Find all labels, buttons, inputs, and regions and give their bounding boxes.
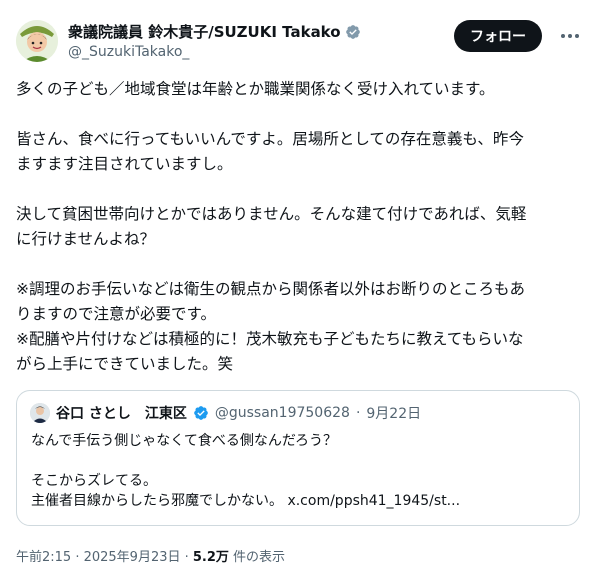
author-display-name[interactable]: 衆議院議員 鈴木貴子/SUZUKI Takako	[68, 22, 341, 42]
quoted-line: なんで手伝う側じゃなくて食べる側なんだろう？	[31, 433, 338, 449]
tweet-timestamp[interactable]: 午前2:15 · 2025年9月23日 ·	[16, 550, 193, 565]
tweet-header: 衆議院議員 鈴木貴子/SUZUKI Takako @_SuzukiTakako_…	[16, 20, 582, 64]
quoted-tweet-text: なんで手伝う側じゃなくて食べる側なんだろう？ そこからズレてる。 主催者目線から…	[31, 431, 571, 511]
author-name-block[interactable]: 衆議院議員 鈴木貴子/SUZUKI Takako @_SuzukiTakako_	[68, 22, 361, 61]
tweet-line: ※配膳や片付けなどは積極的に！茂木敏充も子どもたちに教えてもらいな	[16, 330, 524, 348]
tweet-metadata: 午前2:15 · 2025年9月23日 · 5.2万 件の表示	[16, 546, 285, 565]
quoted-author-avatar[interactable]	[30, 403, 50, 423]
quoted-line-blank	[31, 451, 571, 471]
tweet-line: りますので注意が必要です。	[16, 305, 216, 323]
tweet-line: ますます注目されていますし。	[16, 155, 233, 173]
view-count: 5.2万	[192, 550, 229, 565]
view-count-label: 件の表示	[228, 550, 286, 565]
tweet-text: 多くの子ども／地域食堂は年齢とか職業関係なく受け入れています。 皆さん、食べに行…	[16, 77, 576, 377]
quoted-author-name[interactable]: 谷口 さとし 江東区	[56, 403, 187, 423]
quoted-tweet-header: 谷口 さとし 江東区 @gussan19750628 · 9月22日	[30, 403, 421, 423]
author-avatar[interactable]	[16, 20, 58, 62]
quoted-line: そこからズレてる。	[31, 473, 157, 489]
quoted-dot-separator: ·	[355, 405, 361, 421]
tweet-line: ※調理のお手伝いなどは衛生の観点から関係者以外はお断りのところもあ	[16, 280, 525, 298]
author-handle[interactable]: @_SuzukiTakako_	[68, 43, 361, 61]
verified-badge-icon	[193, 405, 209, 421]
quoted-author-handle[interactable]: @gussan19750628	[215, 405, 350, 421]
quoted-tweet-date[interactable]: 9月22日	[366, 403, 421, 423]
quoted-tweet-card[interactable]: 谷口 さとし 江東区 @gussan19750628 · 9月22日 なんで手伝…	[16, 390, 580, 526]
tweet-line: がら上手にできていました。笑	[16, 355, 234, 373]
tweet-line: 皆さん、食べに行ってもいいんですよ。居場所としての存在意義も、昨今	[16, 130, 524, 148]
tweet-line: 決して貧困世帯向けとかではありません。そんな建て付けであれば、気軽	[16, 205, 527, 223]
more-options-icon[interactable]	[558, 24, 582, 48]
tweet-detail: 衆議院議員 鈴木貴子/SUZUKI Takako @_SuzukiTakako_…	[0, 0, 598, 575]
quoted-line: 主催者目線からしたら邪魔でしかない。 x.com/ppsh41_1945/st.…	[31, 493, 461, 509]
tweet-line: 多くの子ども／地域食堂は年齢とか職業関係なく受け入れています。	[16, 80, 495, 98]
tweet-line: に行けませんよね？	[16, 230, 156, 248]
follow-button[interactable]: フォロー	[454, 20, 542, 52]
verified-badge-icon	[345, 24, 361, 40]
